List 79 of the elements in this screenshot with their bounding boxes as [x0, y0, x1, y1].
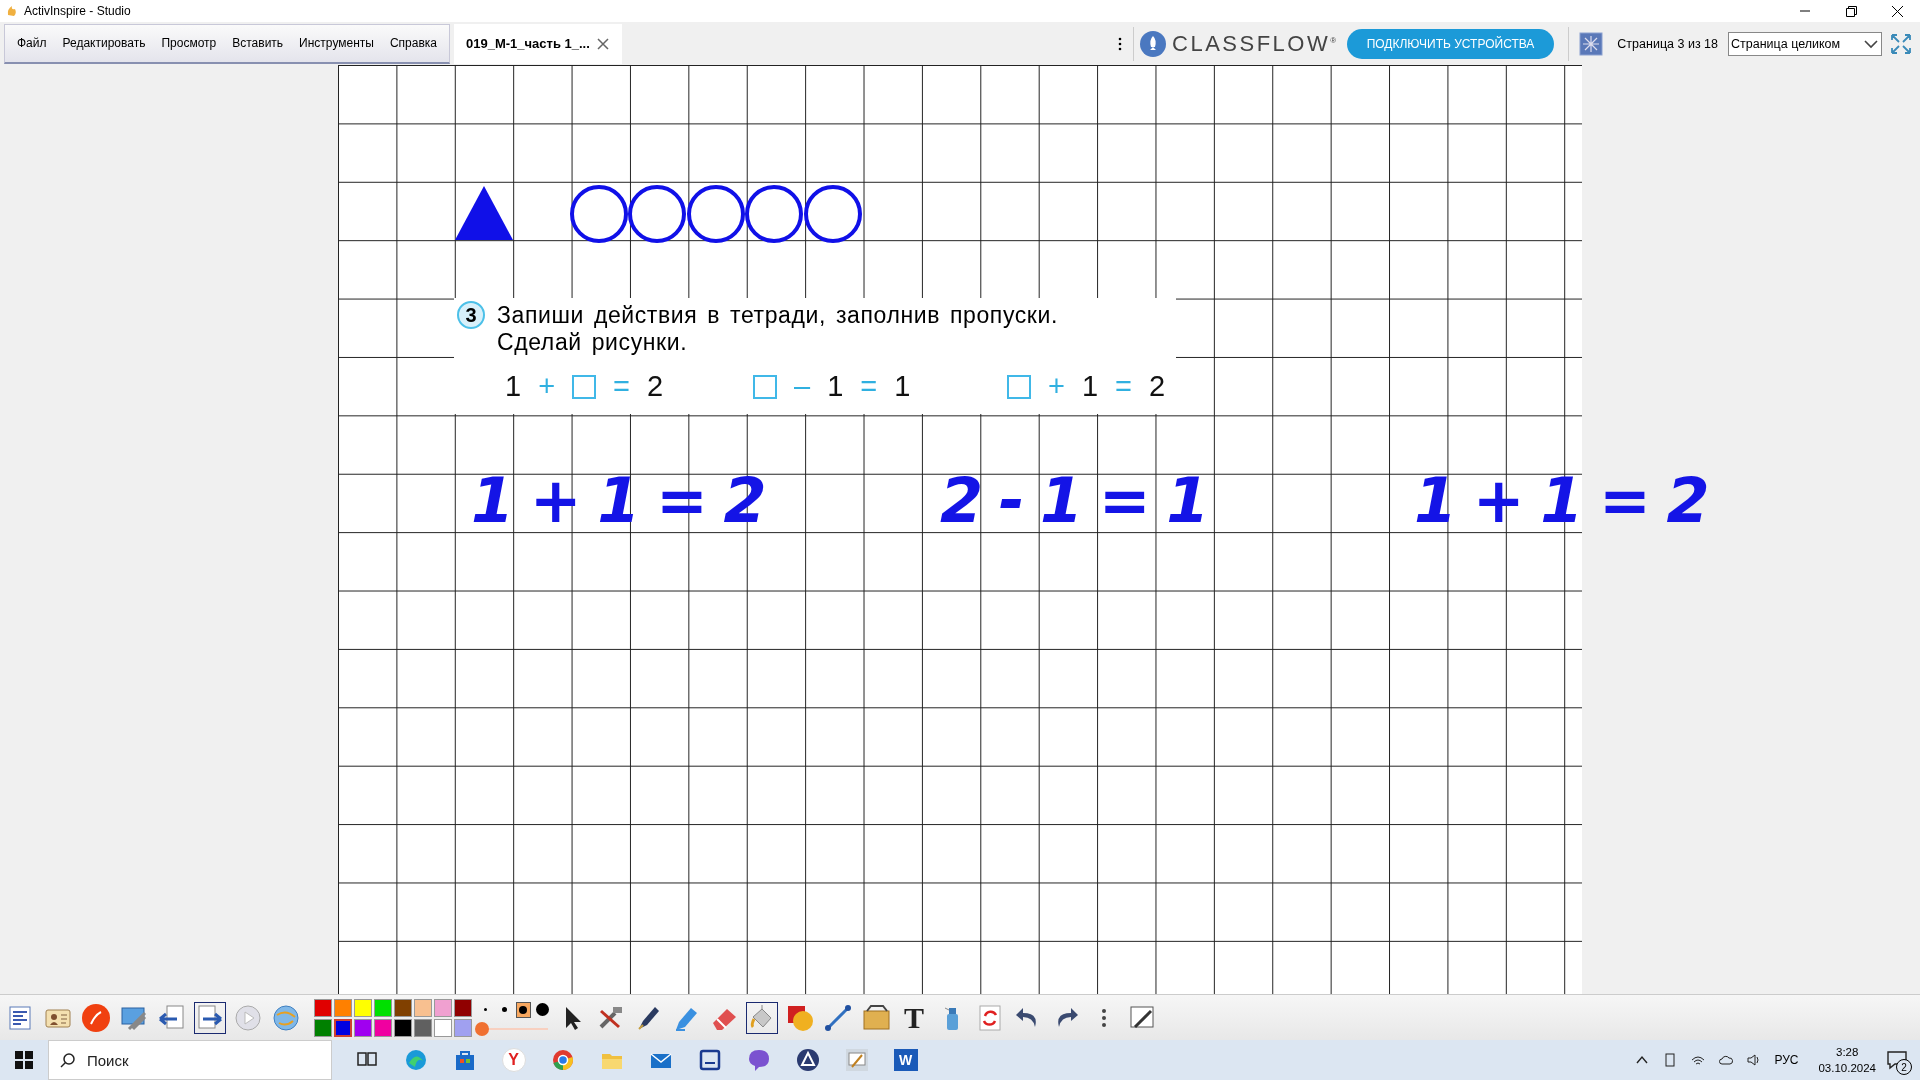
color-swatch[interactable] — [354, 998, 372, 1017]
notification-badge: 2 — [1896, 1059, 1912, 1075]
classflow-logo: CLASSFLOW$^{®}$ — [1172, 30, 1339, 57]
circle-shape — [803, 184, 863, 244]
clock-date[interactable]: 03.10.2024 — [1818, 1060, 1876, 1076]
search-icon — [60, 1052, 76, 1068]
view-select[interactable]: Страница целиком — [1728, 31, 1882, 56]
restore-icon[interactable] — [1845, 5, 1857, 17]
exercise-text: Сделай рисунки. — [497, 329, 688, 356]
circle-shape — [627, 184, 687, 244]
blank-box — [572, 374, 597, 399]
color-swatch[interactable] — [454, 1018, 472, 1037]
search-field[interactable]: Поиск — [48, 1040, 332, 1080]
equation-number: 1 — [827, 370, 844, 403]
circle-shape — [686, 184, 746, 244]
menu-item[interactable]: Редактировать — [54, 36, 154, 50]
menu-item[interactable]: Справка — [381, 36, 445, 50]
page-icon[interactable] — [1579, 31, 1604, 56]
menu-item[interactable]: Инструменты — [291, 36, 382, 50]
app-logo-icon — [6, 5, 18, 17]
color-swatch[interactable] — [374, 1018, 392, 1037]
circle-shape — [569, 184, 629, 244]
equation-number: 2 — [1149, 370, 1166, 403]
pen-size-option[interactable] — [515, 1001, 532, 1018]
close-icon[interactable] — [1891, 5, 1903, 17]
equation-sign: + — [1048, 370, 1065, 403]
color-swatch[interactable] — [334, 998, 352, 1017]
equation-number: 1 — [894, 370, 911, 403]
page-indicator: Страница 3 из 18 — [1617, 36, 1718, 51]
color-swatch[interactable] — [434, 998, 452, 1017]
equation-sign: = — [613, 370, 630, 403]
word-icon[interactable]: W — [893, 1049, 918, 1071]
document-tab[interactable]: 019_М-1_часть 1_... — [454, 23, 622, 64]
circle-shape — [744, 184, 804, 244]
color-swatch[interactable] — [354, 1018, 372, 1037]
more-icon[interactable] — [1117, 35, 1124, 52]
handwritten-answer: 2 - 1 = 1 — [940, 463, 1207, 539]
blank-box — [753, 374, 777, 399]
color-swatch[interactable] — [414, 1018, 432, 1037]
equation-number: 1 — [1081, 370, 1099, 403]
paint-bucket-icon[interactable] — [746, 1001, 778, 1034]
menu-item[interactable]: Файл — [9, 36, 55, 50]
equation-sign: + — [538, 370, 556, 403]
color-swatch[interactable] — [314, 1018, 332, 1037]
rocket-icon[interactable] — [1140, 30, 1167, 57]
equation-number: 2 — [647, 370, 664, 403]
exercise-text: Запиши действия в тетради, заполнив пропуски. — [497, 302, 1058, 329]
pen-circle-icon[interactable] — [80, 1001, 112, 1034]
color-swatch[interactable] — [314, 998, 332, 1017]
pen-width-slider[interactable] — [474, 1021, 489, 1036]
yandex-browser-icon[interactable]: Y — [501, 1048, 526, 1072]
equation-sign: = — [1115, 370, 1132, 403]
color-swatch[interactable] — [414, 998, 432, 1017]
color-swatch[interactable] — [434, 1018, 452, 1037]
color-swatch[interactable] — [374, 998, 392, 1017]
triangle-app-icon[interactable] — [794, 1047, 821, 1073]
color-swatch[interactable] — [454, 998, 472, 1017]
dropdown-chevron-icon[interactable] — [1863, 37, 1879, 50]
exercise-number: 3 — [457, 301, 485, 329]
blank-box — [1007, 374, 1031, 399]
color-swatch[interactable] — [334, 1018, 352, 1037]
equation-sign: = — [860, 370, 878, 403]
menu-item[interactable]: Вставить — [224, 36, 292, 50]
clock-time[interactable]: 3:28 — [1836, 1044, 1859, 1060]
equation-number: 1 — [505, 370, 522, 403]
window-title: ActivInspire - Studio — [24, 4, 132, 18]
next-page-icon[interactable] — [194, 1001, 226, 1034]
whiteboard-icon[interactable] — [843, 1047, 870, 1073]
fullscreen-icon[interactable] — [1890, 32, 1912, 55]
color-swatch[interactable] — [394, 1018, 412, 1037]
triangle-shape — [454, 184, 514, 242]
text-tool[interactable]: T — [898, 1001, 930, 1034]
color-swatch[interactable] — [394, 998, 412, 1017]
windows-start-icon[interactable] — [15, 1051, 33, 1069]
language-indicator[interactable]: РУС — [1774, 1053, 1799, 1067]
pen-size-option[interactable] — [535, 1001, 550, 1018]
equation-sign: – — [794, 370, 811, 403]
notification-icon[interactable] — [1886, 1049, 1908, 1071]
menu-item[interactable]: Просмотр — [153, 36, 225, 50]
